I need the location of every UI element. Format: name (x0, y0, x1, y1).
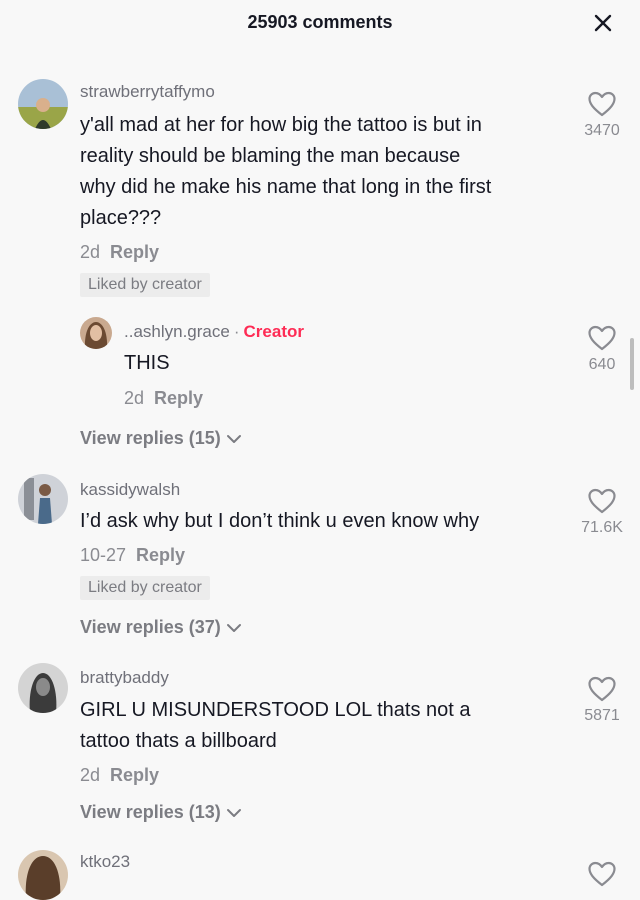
reply-button[interactable]: Reply (110, 765, 159, 785)
heart-outline-icon (588, 861, 616, 887)
comment-date: 2d (80, 242, 101, 262)
comment-text-line: y'all mad at her for how big the tattoo … (80, 114, 482, 136)
view-replies-button[interactable]: View replies (15) (80, 428, 242, 449)
like-button[interactable]: 5871 (572, 675, 632, 725)
avatar[interactable] (18, 79, 68, 129)
scrollbar[interactable] (630, 338, 634, 390)
liked-by-creator-badge: Liked by creator (80, 273, 210, 297)
comment-username[interactable]: ktko23 (80, 852, 130, 872)
reply-username-line: ..ashlyn.grace · Creator (124, 322, 304, 342)
comment-meta: 10-27 Reply (80, 545, 185, 566)
creator-label: Creator (243, 322, 304, 341)
comment-meta: 2d Reply (80, 242, 159, 263)
comment-date: 2d (80, 765, 101, 785)
chevron-down-icon (226, 435, 241, 444)
view-replies-button[interactable]: View replies (13) (80, 802, 242, 823)
view-replies-label: View replies (15) (80, 428, 221, 448)
chevron-down-icon (226, 809, 241, 818)
avatar[interactable] (18, 474, 68, 524)
view-replies-button[interactable]: View replies (37) (80, 617, 242, 638)
like-count: 71.6K (581, 519, 623, 536)
like-button[interactable]: 640 (572, 324, 632, 374)
comment-text-line: I’d ask why but I don’t think u even kno… (80, 510, 480, 532)
comment-username[interactable]: brattybaddy (80, 668, 169, 688)
comment-text-line: tattoo thats a billboard (80, 730, 277, 752)
comment-text: y'all mad at her for how big the tattoo … (80, 110, 491, 234)
heart-outline-icon (588, 488, 616, 514)
comment-date: 10-27 (80, 545, 127, 565)
comment-text-line: place??? (80, 207, 162, 229)
comment-text-line: why did he make his name that long in th… (80, 176, 492, 198)
separator: · (233, 322, 240, 341)
close-icon[interactable] (592, 12, 614, 34)
comment-text: GIRL U MISUNDERSTOOD LOL thats not a tat… (80, 695, 471, 757)
comment-text: I’d ask why but I don’t think u even kno… (80, 506, 479, 537)
heart-outline-icon (588, 91, 616, 117)
reply-date: 2d (124, 388, 145, 408)
comment-count-title: 25903 comments (247, 12, 393, 32)
reply-text: THIS (124, 352, 170, 374)
like-button[interactable] (572, 860, 632, 888)
like-button[interactable]: 3470 (572, 90, 632, 140)
heart-outline-icon (588, 325, 616, 351)
comment-username[interactable]: strawberrytaffymo (80, 82, 215, 102)
like-button[interactable]: 71.6K (572, 487, 632, 537)
avatar[interactable] (80, 317, 112, 349)
chevron-down-icon (226, 624, 241, 633)
reply-button[interactable]: Reply (136, 545, 185, 565)
heart-outline-icon (588, 676, 616, 702)
like-count: 640 (588, 356, 616, 373)
comment-meta: 2d Reply (80, 765, 159, 786)
comment-text-line: GIRL U MISUNDERSTOOD LOL thats not a (80, 699, 471, 721)
like-count: 5871 (584, 707, 620, 724)
comment-username[interactable]: kassidywalsh (80, 480, 180, 500)
reply-meta: 2d Reply (124, 388, 203, 409)
like-count: 3470 (584, 122, 620, 139)
view-replies-label: View replies (13) (80, 802, 221, 822)
reply-button[interactable]: Reply (110, 242, 159, 262)
avatar[interactable] (18, 850, 68, 900)
reply-username[interactable]: ..ashlyn.grace (124, 322, 230, 341)
liked-by-creator-badge: Liked by creator (80, 576, 210, 600)
avatar[interactable] (18, 663, 68, 713)
view-replies-label: View replies (37) (80, 617, 221, 637)
reply-button[interactable]: Reply (154, 388, 203, 408)
comments-header: 25903 comments (0, 0, 640, 48)
comment-text-line: reality should be blaming the man becaus… (80, 145, 461, 167)
